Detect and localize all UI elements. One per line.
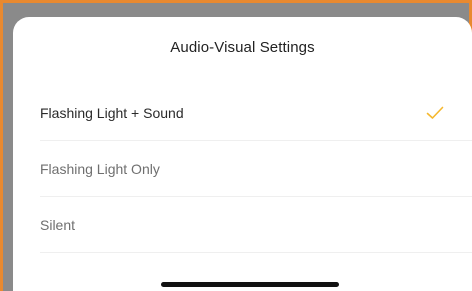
option-label: Silent [40,217,76,233]
audio-visual-settings-sheet: Audio-Visual Settings Flashing Light + S… [13,17,472,291]
divider [40,252,472,253]
option-label: Flashing Light + Sound [40,105,184,121]
option-flashing-light-only[interactable]: Flashing Light Only [13,141,472,197]
option-silent[interactable]: Silent [13,197,472,253]
option-flashing-light-sound[interactable]: Flashing Light + Sound [13,85,472,141]
sheet-title: Audio-Visual Settings [170,39,315,56]
check-icon [426,106,444,119]
option-label: Flashing Light Only [40,161,160,177]
home-indicator [161,282,339,287]
